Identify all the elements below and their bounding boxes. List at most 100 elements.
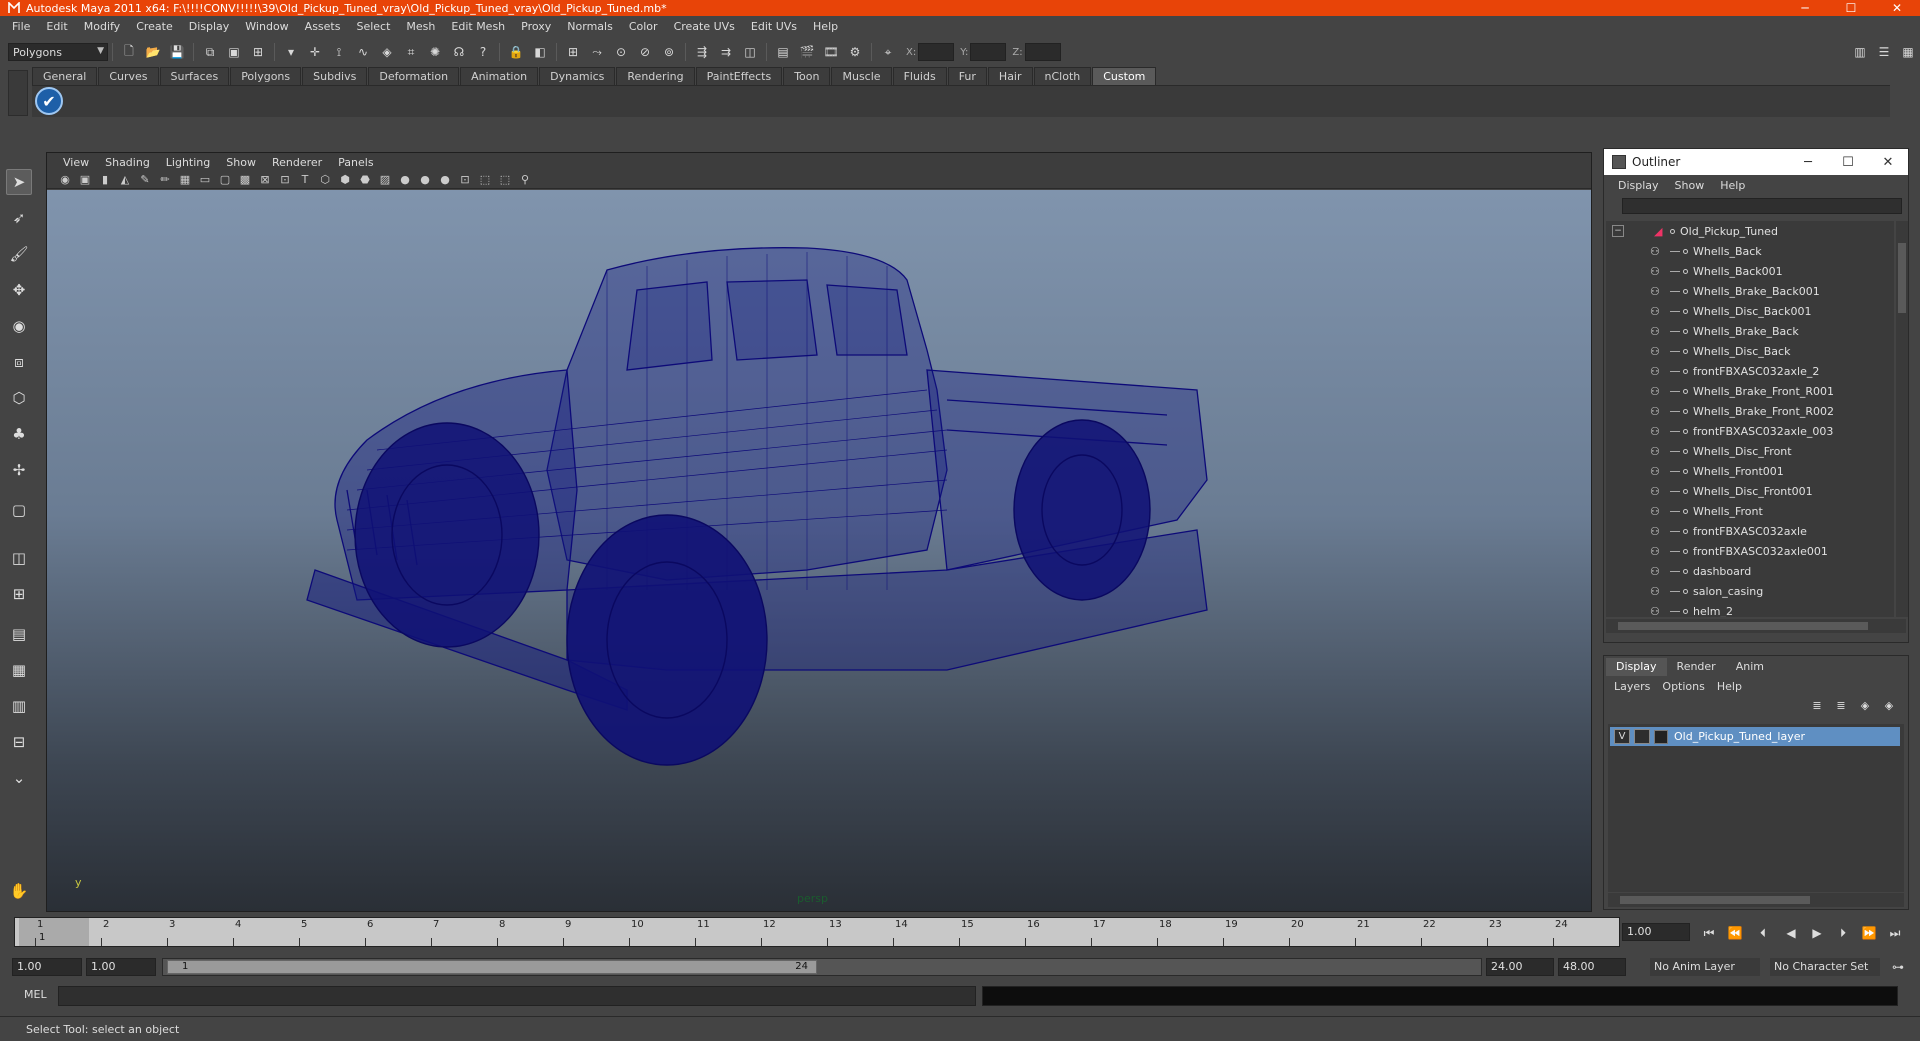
minimize-button[interactable]: ─ [1782,0,1828,16]
step-back-key-icon[interactable]: ⏪ [1724,926,1746,942]
range-slider[interactable]: 1 24 [162,958,1482,976]
shelf-tab-fluids[interactable]: Fluids [892,67,947,85]
two-d-pan-icon[interactable]: ✎ [137,173,153,187]
move-layer-up-icon[interactable]: ≣ [1808,699,1826,715]
select-rendering-icon[interactable]: ☊ [449,42,469,62]
wireframe-icon[interactable]: ⬡ [317,173,333,187]
outliner-item[interactable]: ⚇ Whells_Back [1606,241,1894,261]
shelf-tab-general[interactable]: General [32,67,98,85]
high-quality-icon[interactable]: ● [437,173,453,187]
z-input[interactable] [1024,43,1061,61]
outliner-persp-layout-icon[interactable]: ▤ [6,621,32,647]
layer-color-swatch[interactable] [1654,729,1668,744]
current-frame-marker[interactable]: 1 [19,918,89,946]
outliner-menu-display[interactable]: Display [1610,179,1667,192]
select-camera-icon[interactable]: ◉ [57,173,73,187]
menu-create-uvs[interactable]: Create UVs [666,16,743,38]
auto-key-icon[interactable]: ⊶ [1888,957,1908,977]
outliner-item[interactable]: ⚇ Whells_Disc_Front [1606,441,1894,461]
select-curves-icon[interactable]: ∿ [353,42,373,62]
shelf-tab-subdivs[interactable]: Subdivs [302,67,368,85]
use-all-lights-icon[interactable]: ● [397,173,413,187]
step-forward-frame-icon[interactable]: ⏵ [1832,926,1854,942]
shelf-tab-polygons[interactable]: Polygons [230,67,302,85]
layer-visibility-toggle[interactable]: V [1614,729,1630,744]
select-tool-icon[interactable]: ➤ [6,169,32,195]
viewport-menu-renderer[interactable]: Renderer [264,156,330,169]
menu-color[interactable]: Color [621,16,666,38]
outliner-item[interactable]: ⚇ salon_casing [1606,581,1894,601]
render-frame-icon[interactable]: 🎬 [797,42,817,62]
shelf-tab-toon[interactable]: Toon [783,67,831,85]
isolate-select-icon[interactable]: ⊡ [457,173,473,187]
safe-title-icon[interactable]: T [297,173,313,187]
construction-history-icon[interactable]: ◫ [740,42,760,62]
menu-mesh[interactable]: Mesh [398,16,443,38]
character-set-dropdown[interactable]: No Character Set [1770,958,1880,976]
start-time-field[interactable]: 1.00 [12,958,82,976]
outliner-item[interactable]: ⚇ frontFBXASC032axle_003 [1606,421,1894,441]
outliner-horizontal-scrollbar[interactable] [1606,619,1906,633]
outliner-item[interactable]: ⚇ Whells_Brake_Front_R001 [1606,381,1894,401]
outliner-item[interactable]: ⚇ Whells_Back001 [1606,261,1894,281]
shelf-tab-curves[interactable]: Curves [98,67,159,85]
toggle-attribute-editor-icon[interactable]: ▥ [1850,42,1870,62]
select-by-object-icon[interactable]: ▣ [224,42,244,62]
y-input[interactable] [970,43,1007,61]
playback-start-field[interactable]: 1.00 [86,958,156,976]
image-plane-icon[interactable]: ◭ [117,173,133,187]
select-by-component-icon[interactable]: ⊞ [248,42,268,62]
film-gate-icon[interactable]: ▭ [197,173,213,187]
new-scene-icon[interactable]: 🗋 [119,42,139,62]
layer-menu-layers[interactable]: Layers [1608,680,1656,693]
menu-proxy[interactable]: Proxy [513,16,559,38]
rotate-tool-icon[interactable]: ◉ [6,313,32,339]
shelf-tab-muscle[interactable]: Muscle [831,67,892,85]
snap-view-plane-icon[interactable]: ⊘ [635,42,655,62]
grid-icon[interactable]: ▦ [177,173,193,187]
camera-sequence-icon[interactable]: ⚲ [517,173,533,187]
make-live-icon[interactable]: ⊚ [659,42,679,62]
open-scene-icon[interactable]: 📂 [143,42,163,62]
viewport-menu-lighting[interactable]: Lighting [158,156,218,169]
tab-display[interactable]: Display [1606,658,1667,676]
viewport-menu-show[interactable]: Show [218,156,264,169]
checkmark-icon[interactable]: ✔ [35,87,63,115]
close-button[interactable]: ✕ [1874,0,1920,16]
scroll-thumb[interactable] [1620,896,1810,904]
tab-render[interactable]: Render [1667,658,1726,676]
ipr-render-icon[interactable]: 🎞 [821,42,841,62]
select-by-hierarchy-icon[interactable]: ⧉ [200,42,220,62]
shelf-tab-painteffects[interactable]: PaintEffects [695,67,783,85]
soft-modification-icon[interactable]: ♣ [6,421,32,447]
snap-grid-icon[interactable]: ⊞ [563,42,583,62]
time-slider[interactable]: 1 1 2 3 4 5 6 7 8 9 10 11 12 13 14 15 16 17 18 19 20 21 22 23 2… [14,917,1620,947]
menu-edit-mesh[interactable]: Edit Mesh [443,16,513,38]
highlight-selection-icon[interactable]: ◧ [530,42,550,62]
universal-manipulator-icon[interactable]: ⬡ [6,385,32,411]
outliner-item[interactable]: ⚇ Whells_Disc_Front001 [1606,481,1894,501]
move-tool-icon[interactable]: ✥ [6,277,32,303]
range-slider-handle[interactable]: 1 24 [167,960,817,974]
mel-input[interactable] [58,986,976,1006]
outliner-menu-show[interactable]: Show [1667,179,1713,192]
outliner-filter-input[interactable] [1622,198,1902,214]
shelf-tab-custom[interactable]: Custom [1092,67,1157,85]
outliner-item[interactable]: ⚇ frontFBXASC032axle_2 [1606,361,1894,381]
menu-display[interactable]: Display [181,16,238,38]
mask-dropdown-icon[interactable]: ▾ [281,42,301,62]
mel-label[interactable]: MEL [24,988,47,1001]
new-layer-from-selection-icon[interactable]: ◈ [1880,699,1898,715]
outliner-close-button[interactable]: ✕ [1868,155,1908,170]
menu-select[interactable]: Select [348,16,398,38]
menu-normals[interactable]: Normals [559,16,621,38]
safe-action-icon[interactable]: ⊡ [277,173,293,187]
last-tool-icon[interactable]: ▢ [6,497,32,523]
outliner-item[interactable]: ⚇ Whells_Brake_Back [1606,321,1894,341]
end-time-field[interactable]: 48.00 [1558,958,1626,976]
select-deformers-icon[interactable]: ⌗ [401,42,421,62]
snap-point-icon[interactable]: ⊙ [611,42,631,62]
tab-anim[interactable]: Anim [1726,658,1774,676]
menu-file[interactable]: File [4,16,38,38]
smooth-shade-icon[interactable]: ⬢ [337,173,353,187]
